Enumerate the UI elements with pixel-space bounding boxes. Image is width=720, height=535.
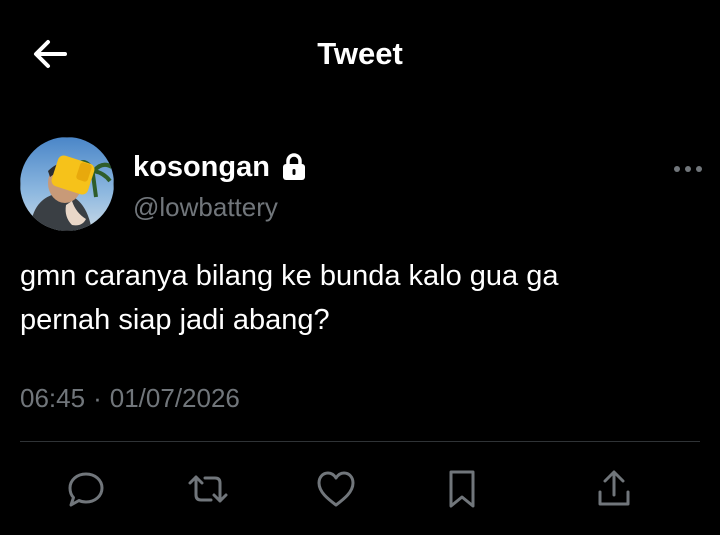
display-name[interactable]: kosongan <box>133 151 270 184</box>
reply-button[interactable] <box>64 467 108 511</box>
bookmark-button[interactable] <box>440 467 484 511</box>
avatar[interactable] <box>20 137 114 231</box>
lock-icon <box>282 153 306 181</box>
tweet-date: 01/07/2026 <box>109 383 240 413</box>
retweet-button[interactable] <box>186 467 230 511</box>
bookmark-icon <box>449 470 475 508</box>
divider <box>20 441 700 442</box>
header-bar: Tweet <box>0 0 720 110</box>
like-button[interactable] <box>314 467 358 511</box>
tweet-text: gmn caranya bilang ke bunda kalo gua ga … <box>20 260 559 336</box>
share-icon <box>598 470 630 506</box>
author-handle[interactable]: @lowbattery <box>133 190 278 224</box>
tweet-timestamp[interactable]: 06:45 · 01/07/2026 <box>20 380 240 416</box>
heart-icon <box>317 471 355 507</box>
page-title: Tweet <box>317 36 403 71</box>
tweet-time: 06:45 <box>20 383 86 413</box>
timestamp-separator: · <box>93 383 102 413</box>
reply-icon <box>68 472 104 507</box>
more-options-button[interactable] <box>668 156 708 182</box>
share-button[interactable] <box>592 467 636 511</box>
author-name-row: kosongan <box>133 148 306 186</box>
retweet-icon <box>188 475 228 503</box>
more-horizontal-icon <box>674 166 702 172</box>
